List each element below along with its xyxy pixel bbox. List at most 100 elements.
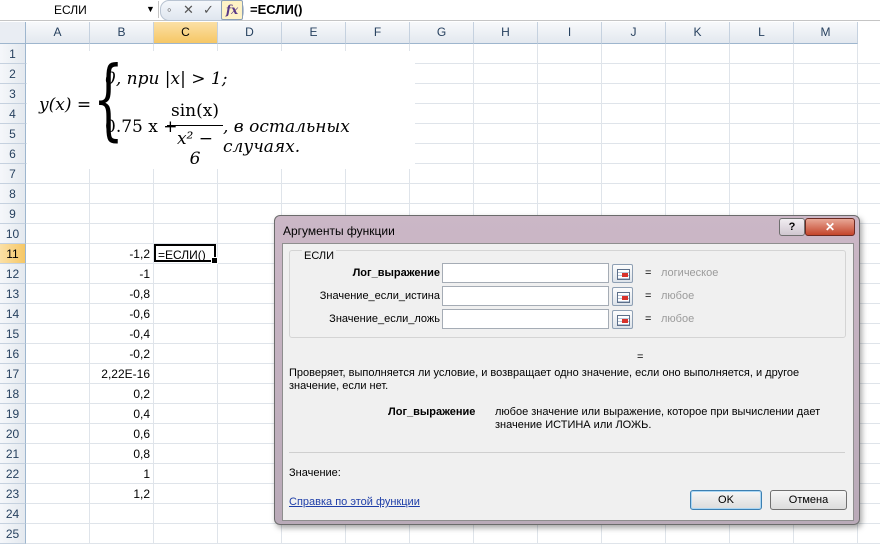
- row-header-2[interactable]: 2: [0, 64, 26, 84]
- arg-input-value-if-true[interactable]: [442, 286, 609, 306]
- row-header-4[interactable]: 4: [0, 104, 26, 124]
- row-header-24[interactable]: 24: [0, 504, 26, 524]
- cell-b15[interactable]: -0,4: [88, 324, 150, 344]
- row-header-5[interactable]: 5: [0, 124, 26, 144]
- row-header-1[interactable]: 1: [0, 44, 26, 64]
- row-header-18[interactable]: 18: [0, 384, 26, 404]
- cancel-icon[interactable]: ✕: [183, 2, 194, 18]
- arg-row-value-if-false: Значение_если_ложь = любое: [290, 309, 845, 331]
- formula-frac-den: x² − 6: [176, 129, 214, 169]
- column-header-b[interactable]: B: [90, 22, 154, 44]
- cell-b18[interactable]: 0,2: [88, 384, 150, 404]
- arg-input-value-if-false[interactable]: [442, 309, 609, 329]
- function-group: ЕСЛИ Лог_выражение = логическое Значение…: [289, 250, 846, 338]
- cell-b11[interactable]: -1,2: [88, 244, 150, 264]
- cell-b19[interactable]: 0,4: [88, 404, 150, 424]
- row-header-7[interactable]: 7: [0, 164, 26, 184]
- cell-b22[interactable]: 1: [88, 464, 150, 484]
- name-box[interactable]: ЕСЛИ ▼: [0, 1, 159, 18]
- insert-function-button[interactable]: fx: [221, 0, 243, 20]
- arg-input-logical-test[interactable]: [442, 263, 609, 283]
- enter-icon[interactable]: ✓: [203, 2, 214, 18]
- arg-row-logical-test: Лог_выражение = логическое: [290, 263, 845, 285]
- value-label: Значение:: [289, 467, 341, 479]
- arg-result: логическое: [661, 267, 719, 279]
- column-header-f[interactable]: F: [346, 22, 410, 44]
- formula-lhs: y(x) =: [39, 95, 92, 115]
- row-header-15[interactable]: 15: [0, 324, 26, 344]
- cell-b14[interactable]: -0,6: [88, 304, 150, 324]
- column-header-c[interactable]: C: [154, 22, 218, 44]
- divider: [289, 452, 845, 453]
- formula-frac-line: [167, 125, 223, 126]
- formula-case-1: 0, при |x| > 1;: [105, 69, 228, 89]
- row-header-9[interactable]: 9: [0, 204, 26, 224]
- range-select-icon[interactable]: [612, 287, 633, 306]
- column-header-i[interactable]: I: [538, 22, 602, 44]
- help-link[interactable]: Справка по этой функции: [289, 496, 420, 508]
- column-header-e[interactable]: E: [282, 22, 346, 44]
- function-group-label: ЕСЛИ: [302, 250, 337, 262]
- column-header-m[interactable]: M: [794, 22, 858, 44]
- cell-b21[interactable]: 0,8: [88, 444, 150, 464]
- function-arguments-dialog: Аргументы функции ? ✕ ЕСЛИ Лог_выражение…: [274, 215, 860, 525]
- column-header-g[interactable]: G: [410, 22, 474, 44]
- column-header-d[interactable]: D: [218, 22, 282, 44]
- column-headers: ABCDEFGHIJKLM: [0, 22, 880, 44]
- column-header-h[interactable]: H: [474, 22, 538, 44]
- row-header-23[interactable]: 23: [0, 484, 26, 504]
- cell-b20[interactable]: 0,6: [88, 424, 150, 444]
- row-header-14[interactable]: 14: [0, 304, 26, 324]
- active-cell-c11[interactable]: =ЕСЛИ(): [154, 244, 218, 264]
- ok-button[interactable]: OK: [690, 490, 762, 510]
- row-header-25[interactable]: 25: [0, 524, 26, 544]
- arg-detail-text: любое значение или выражение, которое пр…: [495, 406, 821, 431]
- row-header-20[interactable]: 20: [0, 424, 26, 444]
- grip-icon: ◦: [167, 2, 172, 17]
- cell-b12[interactable]: -1: [88, 264, 150, 284]
- row-header-22[interactable]: 22: [0, 464, 26, 484]
- function-description: Проверяет, выполняется ли условие, и воз…: [289, 367, 800, 392]
- row-header-8[interactable]: 8: [0, 184, 26, 204]
- row-header-21[interactable]: 21: [0, 444, 26, 464]
- chevron-down-icon[interactable]: ▼: [146, 4, 155, 14]
- dialog-body: ЕСЛИ Лог_выражение = логическое Значение…: [282, 243, 854, 521]
- formula-input[interactable]: =ЕСЛИ(): [250, 2, 302, 17]
- row-header-13[interactable]: 13: [0, 284, 26, 304]
- range-select-icon[interactable]: [612, 264, 633, 283]
- arg-equals: =: [645, 267, 652, 279]
- cell-b13[interactable]: -0,8: [88, 284, 150, 304]
- row-header-3[interactable]: 3: [0, 84, 26, 104]
- cell-b17[interactable]: 2,22E-16: [88, 364, 150, 384]
- cell-b23[interactable]: 1,2: [88, 484, 150, 504]
- formula-image: y(x) = { 0, при |x| > 1; 0.75 x + sin(x)…: [27, 51, 415, 169]
- dialog-title: Аргументы функции: [283, 224, 395, 238]
- arg-equals: =: [645, 313, 652, 325]
- row-header-11[interactable]: 11: [0, 244, 26, 264]
- arg-row-value-if-true: Значение_если_истина = любое: [290, 286, 845, 308]
- cell-b16[interactable]: -0,2: [88, 344, 150, 364]
- column-header-k[interactable]: K: [666, 22, 730, 44]
- cancel-button[interactable]: Отмена: [770, 490, 847, 510]
- column-header-j[interactable]: J: [602, 22, 666, 44]
- formula-case-2-suffix: , в остальных случаях.: [223, 117, 350, 157]
- formula-case-2-prefix: 0.75 x +: [105, 117, 178, 137]
- arg-result: любое: [661, 290, 695, 302]
- column-header-l[interactable]: L: [730, 22, 794, 44]
- range-select-icon[interactable]: [612, 310, 633, 329]
- close-icon[interactable]: ✕: [805, 218, 855, 236]
- row-header-17[interactable]: 17: [0, 364, 26, 384]
- function-result-equals: =: [637, 351, 644, 363]
- formula-frac-num: sin(x): [171, 101, 219, 121]
- select-all-corner[interactable]: [0, 22, 26, 44]
- help-icon[interactable]: ?: [779, 218, 805, 236]
- row-header-10[interactable]: 10: [0, 224, 26, 244]
- row-header-6[interactable]: 6: [0, 144, 26, 164]
- row-header-16[interactable]: 16: [0, 344, 26, 364]
- row-header-19[interactable]: 19: [0, 404, 26, 424]
- row-header-12[interactable]: 12: [0, 264, 26, 284]
- column-header-a[interactable]: A: [26, 22, 90, 44]
- arg-result: любое: [661, 313, 695, 325]
- arg-equals: =: [645, 290, 652, 302]
- arg-label: Значение_если_истина: [319, 290, 440, 302]
